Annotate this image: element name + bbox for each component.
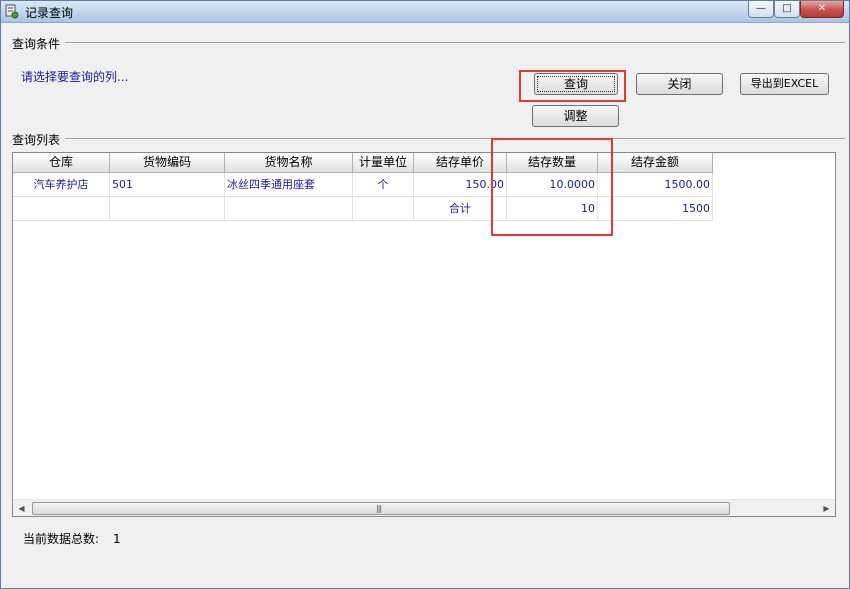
close-icon: ✕ — [817, 3, 827, 14]
minimize-icon: — — [756, 3, 766, 14]
cell-item-name[interactable]: 冰丝四季通用座套 — [225, 173, 353, 197]
annotation-highlight-query — [519, 70, 626, 102]
horizontal-scrollbar[interactable]: ◀ ||| ▶ — [13, 499, 835, 516]
cell-amount[interactable]: 1500.00 — [598, 173, 713, 197]
grip-icon: ||| — [376, 504, 382, 513]
cell-warehouse[interactable]: 汽车养护店 — [13, 173, 110, 197]
adjust-button[interactable]: 调整 — [532, 105, 619, 127]
scroll-left-icon[interactable]: ◀ — [13, 500, 30, 517]
results-group-line — [65, 138, 845, 140]
cell-unit[interactable] — [353, 197, 414, 221]
cell-total-amount[interactable]: 1500 — [598, 197, 713, 221]
maximize-button[interactable]: □ — [774, 1, 800, 18]
export-excel-button[interactable]: 导出到EXCEL — [740, 73, 829, 95]
record-count-value: 1 — [113, 532, 121, 546]
results-group-label: 查询列表 — [12, 131, 65, 148]
column-header[interactable]: 结存金额 — [598, 153, 713, 173]
title-bar[interactable]: 记录查询 — □ ✕ — [1, 1, 849, 23]
column-header[interactable]: 货物名称 — [225, 153, 353, 173]
record-query-window: 记录查询 — □ ✕ 查询条件 请选择要查询的列... 查询 关闭 导出到EXC… — [0, 0, 850, 589]
cell-warehouse[interactable] — [13, 197, 110, 221]
scroll-right-icon[interactable]: ▶ — [818, 500, 835, 517]
export-button-label: 导出到EXCEL — [750, 77, 819, 90]
annotation-highlight-quantity — [491, 138, 613, 236]
maximize-icon: □ — [782, 3, 792, 14]
column-header[interactable]: 货物编码 — [110, 153, 225, 173]
minimize-button[interactable]: — — [748, 1, 774, 18]
window-title: 记录查询 — [25, 6, 74, 20]
app-icon — [5, 4, 19, 19]
results-grid[interactable]: 仓库 货物编码 货物名称 计量单位 结存单价 结存数量 结存金额 汽车养护店 5… — [12, 152, 836, 517]
cell-item-name[interactable] — [225, 197, 353, 221]
criteria-hint: 请选择要查询的列... — [21, 70, 129, 84]
cell-unit[interactable]: 个 — [353, 173, 414, 197]
cell-item-code[interactable] — [110, 197, 225, 221]
close-window-button[interactable]: ✕ — [800, 1, 844, 18]
close-button[interactable]: 关闭 — [636, 73, 723, 95]
scrollbar-thumb[interactable]: ||| — [32, 502, 730, 515]
close-button-label: 关闭 — [667, 77, 692, 91]
adjust-button-label: 调整 — [563, 109, 588, 123]
criteria-group-label: 查询条件 — [12, 35, 65, 52]
cell-item-code[interactable]: 501 — [110, 173, 225, 197]
record-count: 当前数据总数: 1 — [23, 530, 121, 547]
criteria-group-line — [65, 42, 845, 44]
column-header[interactable]: 计量单位 — [353, 153, 414, 173]
record-count-label: 当前数据总数: — [23, 532, 100, 546]
column-header[interactable]: 仓库 — [13, 153, 110, 173]
